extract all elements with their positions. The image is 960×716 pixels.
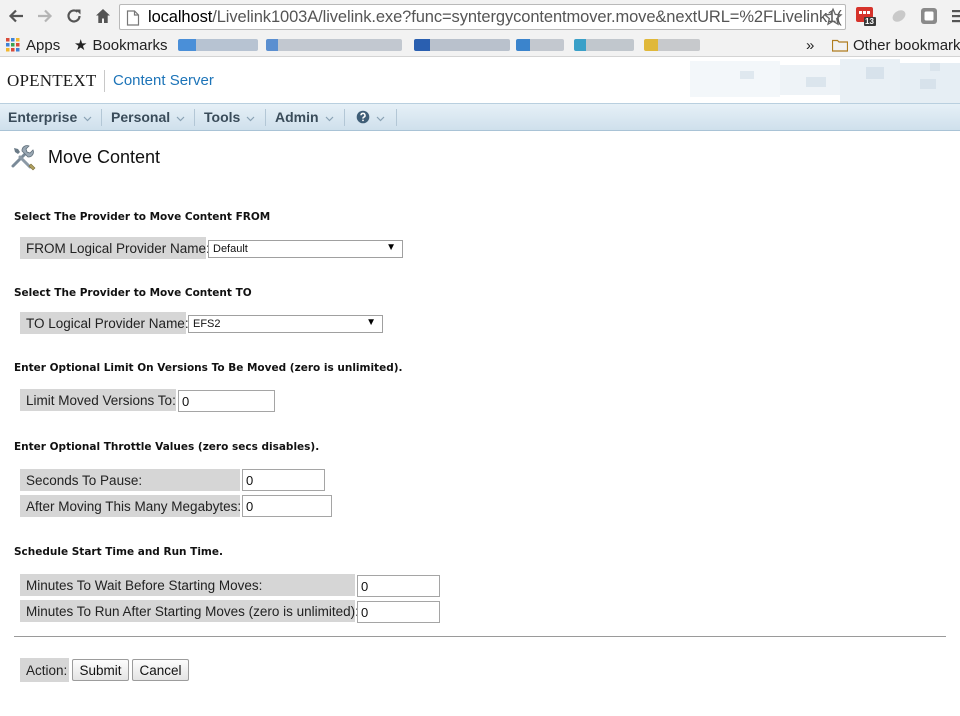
header-divider: [104, 70, 105, 92]
run-minutes-label: Minutes To Run After Starting Moves (zer…: [20, 600, 359, 622]
chrome-menu-icon[interactable]: [946, 5, 960, 27]
menu-enterprise-label: Enterprise: [8, 109, 78, 125]
chevron-down-icon: [83, 109, 92, 125]
dropdown-arrow-icon: ▼: [366, 317, 376, 328]
apps-grid-icon: [6, 38, 20, 52]
wait-minutes-input[interactable]: 0: [357, 575, 440, 597]
throttle-heading: Enter Optional Throttle Values (zero sec…: [14, 441, 320, 453]
action-label: Action:: [20, 658, 69, 682]
versions-label: Limit Moved Versions To:: [20, 389, 176, 411]
tools-icon: [11, 145, 36, 171]
opentext-logo[interactable]: OpenText: [7, 71, 96, 91]
megabytes-input[interactable]: 0: [242, 495, 332, 517]
run-minutes-input[interactable]: 0: [357, 601, 440, 623]
menu-tools[interactable]: Tools: [204, 104, 255, 130]
menu-personal[interactable]: Personal: [111, 104, 185, 130]
blurred-bookmark[interactable]: [516, 39, 564, 51]
blurred-bookmark[interactable]: [644, 39, 700, 51]
cancel-button[interactable]: Cancel: [132, 659, 189, 681]
puzzle-icon[interactable]: [888, 5, 910, 27]
browser-toolbar: localhost/Livelink1003A/livelink.exe?fun…: [0, 0, 960, 33]
menu-separator: [194, 109, 195, 126]
versions-heading: Enter Optional Limit On Versions To Be M…: [14, 362, 403, 374]
blurred-bookmark[interactable]: [414, 39, 510, 51]
to-provider-select[interactable]: EFS2 ▼: [188, 315, 383, 333]
from-provider-label: FROM Logical Provider Name:: [20, 237, 210, 259]
chevron-down-icon: [376, 109, 385, 125]
to-heading: Select The Provider to Move Content TO: [14, 287, 252, 299]
to-provider-value: EFS2: [193, 318, 221, 330]
chevron-down-icon: [176, 109, 185, 125]
other-bookmarks[interactable]: Other bookmarks: [831, 35, 960, 55]
apps-label: Apps: [26, 36, 61, 54]
bookmarks-folder[interactable]: ★ Bookmarks: [74, 35, 167, 55]
main-menu: Enterprise Personal Tools Admin: [0, 103, 960, 131]
url-text: localhost/Livelink1003A/livelink.exe?fun…: [148, 8, 842, 26]
bookmarks-bar: Apps ★ Bookmarks » Other bookmarks: [0, 33, 960, 57]
submit-button[interactable]: Submit: [72, 659, 129, 681]
chevron-down-icon: [246, 109, 255, 125]
more-bookmarks-button[interactable]: »: [806, 35, 814, 55]
header-decoration: [690, 59, 960, 103]
menu-separator: [396, 109, 397, 126]
blurred-bookmark[interactable]: [574, 39, 634, 51]
menu-personal-label: Personal: [111, 109, 171, 125]
page-icon: [126, 10, 140, 29]
address-bar[interactable]: localhost/Livelink1003A/livelink.exe?fun…: [119, 4, 846, 30]
product-name: Content Server: [113, 72, 214, 89]
folder-icon: [831, 39, 849, 52]
help-icon: [356, 110, 370, 124]
reload-icon[interactable]: [62, 4, 86, 28]
wait-minutes-label: Minutes To Wait Before Starting Moves:: [20, 574, 355, 596]
menu-enterprise[interactable]: Enterprise: [8, 104, 92, 130]
versions-input[interactable]: 0: [178, 390, 275, 412]
menu-separator: [265, 109, 266, 126]
apps-bookmark[interactable]: Apps: [6, 35, 60, 55]
menu-separator: [344, 109, 345, 126]
from-heading: Select The Provider to Move Content FROM: [14, 211, 271, 223]
logo-text: Text: [52, 71, 97, 90]
bookmarks-label: Bookmarks: [92, 36, 168, 54]
forward-icon[interactable]: [33, 4, 57, 28]
logo-open: Open: [7, 71, 53, 90]
blurred-bookmark[interactable]: [266, 39, 402, 51]
star-icon: ★: [74, 37, 88, 54]
seconds-pause-input[interactable]: 0: [242, 469, 325, 491]
to-provider-label: TO Logical Provider Name:: [20, 312, 189, 334]
from-provider-value: Default: [213, 243, 248, 255]
menu-tools-label: Tools: [204, 109, 241, 125]
extension-badge: 13: [865, 17, 874, 26]
blurred-bookmark[interactable]: [178, 39, 258, 51]
other-bookmarks-label: Other bookmarks: [853, 36, 960, 54]
app-header: OpenText Content Server: [0, 57, 960, 103]
menu-admin-label: Admin: [275, 109, 319, 125]
menu-help[interactable]: [356, 104, 385, 130]
bookmark-star-icon[interactable]: [823, 7, 843, 29]
megabytes-label: After Moving This Many Megabytes:: [20, 495, 241, 517]
form-divider: [14, 636, 946, 637]
menu-admin[interactable]: Admin: [275, 104, 334, 130]
extension-icon[interactable]: 13: [855, 5, 877, 27]
chevron-down-icon: [325, 109, 334, 125]
more-bookmarks-label: »: [806, 36, 815, 54]
menu-separator: [101, 109, 102, 126]
dropdown-arrow-icon: ▼: [386, 242, 396, 253]
back-icon[interactable]: [4, 4, 28, 28]
page-title-icon: [8, 142, 40, 174]
extension-square-icon[interactable]: [918, 5, 940, 27]
schedule-heading: Schedule Start Time and Run Time.: [14, 546, 223, 558]
page-title: Move Content: [48, 147, 161, 167]
seconds-pause-label: Seconds To Pause:: [20, 469, 240, 491]
home-icon[interactable]: [91, 4, 115, 28]
from-provider-select[interactable]: Default ▼: [208, 240, 403, 258]
